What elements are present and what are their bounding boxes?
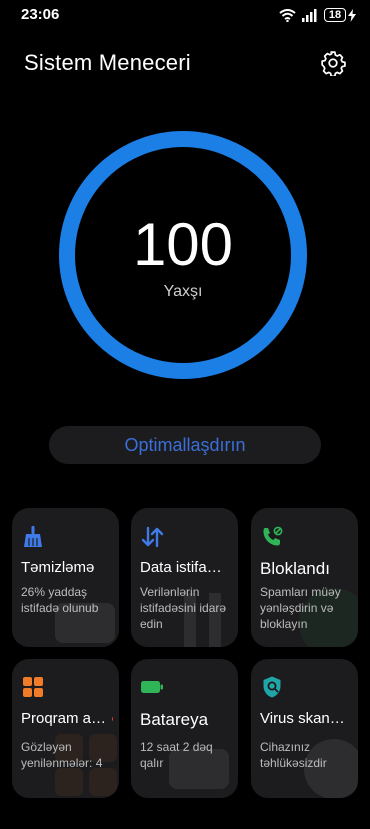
score-value: 100 bbox=[132, 211, 234, 278]
data-arrows-icon bbox=[141, 526, 164, 548]
wifi-icon bbox=[279, 8, 296, 22]
card-app-updates[interactable]: Proqram a… Gözləyən yenilənmələr: 4 bbox=[12, 659, 119, 798]
gear-icon[interactable] bbox=[320, 50, 346, 76]
card-battery[interactable]: Batareya 12 saat 2 dəq qalır bbox=[131, 659, 238, 798]
status-bar: 23:06 18 bbox=[0, 0, 370, 30]
battery-level: 18 bbox=[324, 8, 346, 22]
score-label: Yaxşı bbox=[163, 283, 203, 300]
shield-scan-icon bbox=[263, 676, 281, 698]
card-title: Təmizləmə bbox=[21, 559, 95, 576]
card-description: Gözləyən yenilənmələr: 4 bbox=[21, 740, 103, 770]
card-blocked[interactable]: Bloklandı Spamları müəy yənləşdirin və b… bbox=[251, 508, 358, 647]
page-title: Sistem Meneceri bbox=[24, 50, 191, 75]
apps-grid-icon bbox=[23, 677, 43, 697]
card-title: Bloklandı bbox=[260, 559, 330, 578]
card-description: Spamları müəy yənləşdirin və bloklayın bbox=[260, 585, 341, 631]
card-title: Virus skan… bbox=[260, 710, 345, 727]
card-title: Proqram a… bbox=[21, 710, 113, 727]
card-description: Cihazınız təhlükəsizdir bbox=[260, 740, 327, 770]
card-title: Batareya bbox=[140, 710, 209, 729]
card-title: Data istifa… bbox=[140, 559, 222, 576]
card-description: 26% yaddaş istifadə olunub bbox=[21, 585, 99, 615]
status-time: 23:06 bbox=[21, 6, 60, 23]
battery-indicator: 18 bbox=[324, 8, 356, 22]
card-description: Verilənlərin istifadəsini idarə edin bbox=[140, 585, 227, 631]
status-icons: 18 bbox=[279, 6, 356, 24]
card-cleanup[interactable]: Təmizləmə 26% yaddaş istifadə olunub bbox=[12, 508, 119, 647]
battery-icon bbox=[141, 681, 163, 693]
signal-icon bbox=[302, 8, 317, 22]
notification-dot bbox=[112, 716, 113, 723]
charging-icon bbox=[348, 8, 356, 22]
optimize-button[interactable]: Optimallaşdırın bbox=[49, 426, 321, 464]
phone-block-icon bbox=[263, 526, 283, 546]
card-description: 12 saat 2 dəq qalır bbox=[140, 740, 213, 770]
card-title-text: Proqram a… bbox=[21, 710, 107, 727]
card-virus-scan[interactable]: Virus skan… Cihazınız təhlükəsizdir bbox=[251, 659, 358, 798]
card-data-usage[interactable]: Data istifa… Verilənlərin istifadəsini i… bbox=[131, 508, 238, 647]
broom-icon bbox=[24, 526, 42, 547]
